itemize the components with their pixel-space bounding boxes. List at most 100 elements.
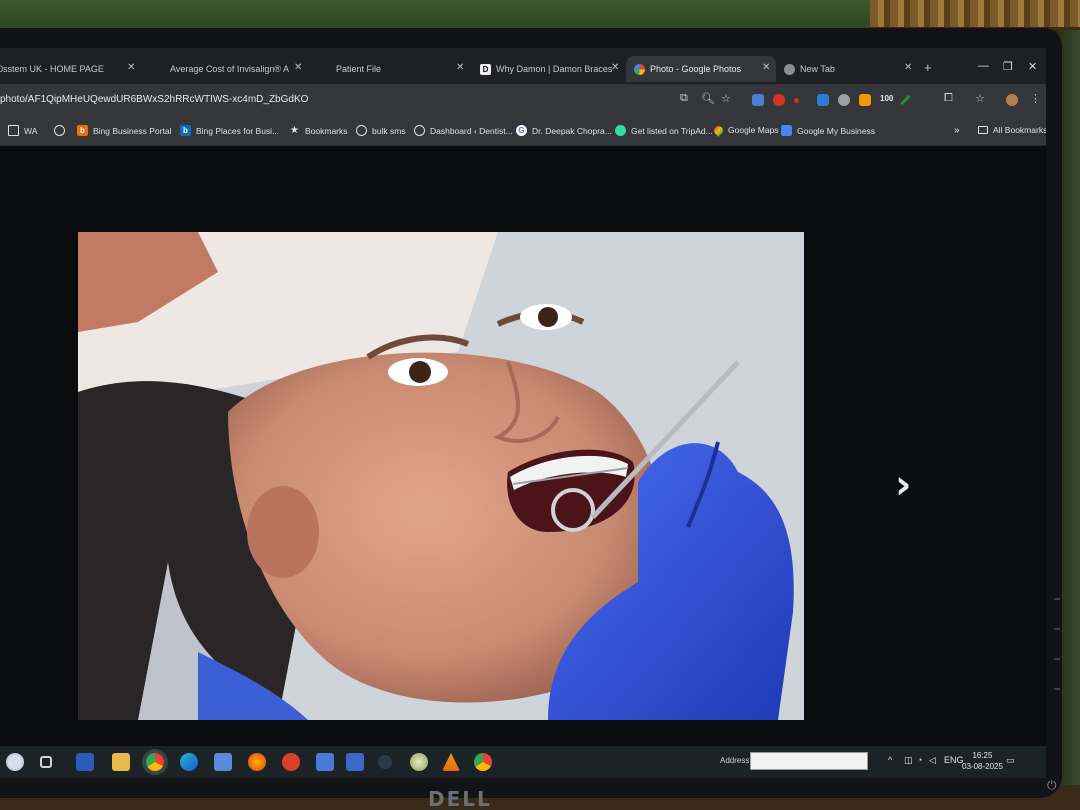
close-icon[interactable]: ✕: [127, 62, 135, 73]
bookmark-label: Google Maps: [728, 125, 779, 135]
bookmark-label: bulk sms: [372, 125, 406, 136]
tab-strip: 0sstem UK - HOME PAGE ✕ Average Cost of …: [0, 48, 1046, 84]
bookmarks-icon[interactable]: ☆: [975, 92, 985, 105]
bookmark-my-business[interactable]: Google My Business: [781, 125, 875, 136]
app-icon[interactable]: [346, 753, 364, 771]
bookmark-bulk-sms[interactable]: bulk sms: [356, 125, 406, 136]
app-icon[interactable]: [378, 755, 392, 769]
close-icon[interactable]: ✕: [456, 62, 464, 73]
extensions-puzzle-icon[interactable]: ⧠: [944, 92, 953, 105]
google-icon: G: [516, 125, 527, 136]
pinterest-icon[interactable]: [773, 94, 785, 106]
damon-icon: D: [480, 63, 491, 75]
app-icon[interactable]: [410, 753, 428, 771]
bookmark-bookmarks[interactable]: ★ Bookmarks: [289, 125, 348, 136]
monitor-button[interactable]: [1054, 688, 1060, 690]
new-tab-button[interactable]: +: [924, 60, 932, 75]
app-icon[interactable]: [316, 753, 334, 771]
bookmark-label: Dashboard ‹ Dentist...: [430, 125, 513, 136]
tab-title: Why Damon | Damon Braces: [496, 64, 613, 74]
bookmark-google-maps[interactable]: Google Maps: [712, 123, 779, 137]
bookmark-dashboard[interactable]: Dashboard ‹ Dentist...: [414, 125, 513, 136]
tab-0sstem[interactable]: 0sstem UK - HOME PAGE: [0, 56, 104, 82]
file-explorer-icon[interactable]: [112, 753, 130, 771]
restore-icon[interactable]: ❐: [1003, 60, 1013, 73]
extension-icon[interactable]: [859, 94, 871, 106]
tab-damon[interactable]: D Why Damon | Damon Braces: [480, 56, 612, 82]
dental-photo-image: [78, 232, 804, 720]
close-icon[interactable]: ✕: [294, 62, 302, 73]
photo-viewer: ›: [0, 146, 1046, 746]
next-photo-button[interactable]: ›: [895, 462, 911, 508]
app-icon[interactable]: [214, 753, 232, 771]
volume-icon[interactable]: ◁: [929, 755, 936, 766]
zoom-icon[interactable]: 🔍︎: [701, 92, 715, 105]
network-icon[interactable]: ◔: [917, 755, 922, 765]
bookmark-star-icon[interactable]: ☆: [721, 92, 731, 105]
extension-icon[interactable]: [752, 94, 764, 106]
notifications-icon[interactable]: ▭: [1006, 755, 1015, 766]
monitor-button[interactable]: [1054, 598, 1060, 600]
tab-title: Average Cost of Invisalign® A: [170, 64, 290, 74]
tripadvisor-icon: [615, 125, 626, 136]
tab-new-tab[interactable]: New Tab: [784, 56, 835, 82]
all-bookmarks-button[interactable]: All Bookmarks: [978, 125, 1046, 135]
address-toolbar-input[interactable]: [750, 752, 868, 770]
extension-icon[interactable]: [817, 94, 829, 106]
monitor: 0sstem UK - HOME PAGE ✕ Average Cost of …: [0, 28, 1062, 810]
tab-title: Patient File: [336, 64, 382, 74]
app-icon[interactable]: [282, 753, 300, 771]
bookmark-wa[interactable]: WA: [8, 125, 37, 136]
close-icon[interactable]: ✕: [762, 62, 770, 73]
clock-time: 16:25: [972, 751, 993, 760]
profile-avatar[interactable]: [1006, 94, 1018, 106]
tray-icon[interactable]: ◫: [904, 755, 913, 766]
chrome-icon: [784, 63, 795, 75]
word-icon[interactable]: [76, 753, 94, 771]
tab-patient-file[interactable]: Patient File: [336, 56, 381, 82]
folder-icon: [978, 126, 988, 134]
start-icon[interactable]: [6, 753, 24, 771]
menu-icon[interactable]: ⋮: [1030, 92, 1041, 105]
globe-icon: [356, 125, 367, 136]
tab-invisalign[interactable]: Average Cost of Invisalign® A: [170, 56, 289, 82]
bookmarks-overflow-button[interactable]: »: [954, 125, 960, 136]
dental-photo: [78, 232, 804, 720]
address-bar[interactable]: photo/AF1QipMHeUQewdUR6BWxS2hRRcWTIWS-xc…: [0, 94, 308, 105]
task-view-icon[interactable]: [40, 756, 52, 768]
bookmark-deepak[interactable]: G Dr. Deepak Chopra...: [516, 125, 612, 136]
edge-icon[interactable]: [180, 753, 198, 771]
record-icon[interactable]: [794, 98, 799, 103]
close-icon[interactable]: ✕: [904, 62, 912, 73]
extension-icon[interactable]: [838, 94, 850, 106]
power-icon[interactable]: ⏻: [1047, 778, 1057, 793]
vlc-icon[interactable]: [442, 753, 460, 771]
chrome-icon[interactable]: [474, 753, 492, 771]
minimize-icon[interactable]: —: [978, 60, 989, 72]
chevron-up-icon[interactable]: ^: [888, 755, 892, 765]
bookmark-label: Dr. Deepak Chopra...: [532, 125, 612, 136]
star-icon: ★: [290, 125, 299, 136]
firefox-icon[interactable]: [248, 753, 266, 771]
address-toolbar-label: Address: [720, 756, 750, 765]
extension-badge[interactable]: 100: [880, 94, 893, 103]
maps-icon: [712, 123, 725, 137]
bookmark-bing-portal[interactable]: b Bing Business Portal: [77, 125, 171, 136]
tab-title: New Tab: [800, 64, 835, 74]
folder-icon: [8, 125, 19, 136]
monitor-button[interactable]: [1054, 628, 1060, 630]
monitor-button[interactable]: [1054, 658, 1060, 660]
bookmark-label: Google My Business: [797, 125, 875, 136]
chrome-icon[interactable]: [146, 753, 164, 771]
clock[interactable]: 16:25 03-08-2025: [962, 750, 1003, 772]
tab-google-photos[interactable]: Photo - Google Photos: [626, 56, 776, 82]
bookmark-globe[interactable]: [54, 125, 70, 136]
cast-icon[interactable]: ⧉: [680, 92, 688, 105]
pen-icon[interactable]: [900, 94, 911, 106]
bookmark-tripadvisor[interactable]: Get listed on TripAd...: [615, 125, 713, 136]
language-indicator[interactable]: ENG: [944, 755, 964, 765]
close-icon[interactable]: ✕: [611, 62, 619, 73]
bookmark-bing-places[interactable]: b Bing Places for Busi...: [180, 125, 279, 136]
bookmark-label: All Bookmarks: [993, 125, 1046, 135]
close-window-icon[interactable]: ✕: [1028, 60, 1037, 73]
